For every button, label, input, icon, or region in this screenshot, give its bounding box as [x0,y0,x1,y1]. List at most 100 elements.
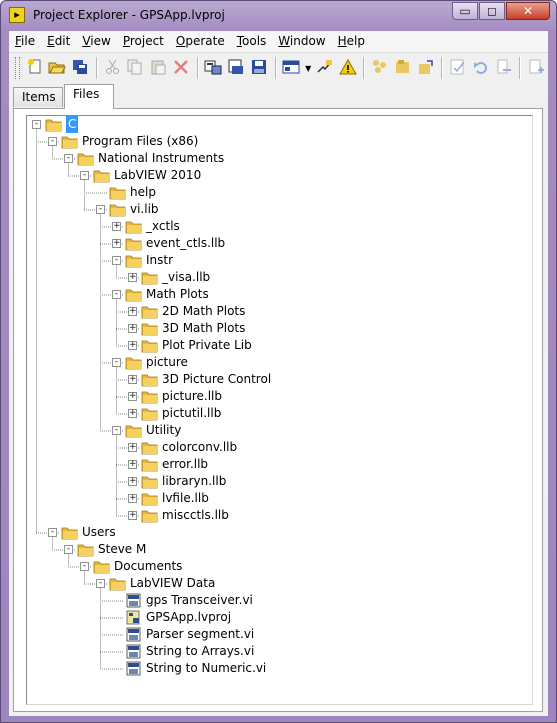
collapse-toggle[interactable]: - [96,579,105,588]
tree-folder-item[interactable]: + _visa.llb [27,269,527,286]
menu-edit[interactable]: Edit [41,31,76,52]
save-project-button[interactable] [248,57,270,79]
tree-folder-item[interactable]: + error.llb [27,456,527,473]
open-button[interactable] [47,57,69,79]
tree-folder-item[interactable]: - Utility [27,422,527,439]
tree-file-item[interactable]: String to Arrays.vi [27,643,527,660]
menu-window[interactable]: Window [272,31,331,52]
tree-item-label: event_ctls.llb [146,236,226,250]
tab-files[interactable]: Files [64,84,114,109]
collapse-button[interactable] [369,57,391,79]
collapse-toggle[interactable]: - [96,205,105,214]
arrange-button[interactable] [314,57,336,79]
tree-folder-item[interactable]: + Plot Private Lib [27,337,527,354]
tree-folder-item[interactable]: - Program Files (x86) [27,133,527,150]
tab-items[interactable]: Items [13,87,63,107]
expand-toggle[interactable]: + [128,477,137,486]
build-button[interactable] [225,57,247,79]
file-tree[interactable]: - C - Program Files (x86) - National Instrume… [26,115,533,705]
expand-button[interactable] [392,57,414,79]
tree-file-item[interactable]: Parser segment.vi [27,626,527,643]
save-all-button[interactable] [69,57,91,79]
collapse-toggle[interactable]: - [112,358,121,367]
tree-file-item[interactable]: GPSApp.lvproj [27,609,527,626]
add-file-button[interactable] [525,57,547,79]
tree-folder-item[interactable]: - LabVIEW Data [27,575,527,592]
redo-button[interactable] [493,57,515,79]
menu-view[interactable]: View [76,31,116,52]
tab-strip: Items Files [9,84,548,109]
menu-tools[interactable]: Tools [231,31,273,52]
expand-toggle[interactable]: + [128,443,137,452]
maximize-button[interactable]: ◻ [479,2,505,20]
expand-toggle[interactable]: + [128,460,137,469]
cut-button[interactable] [102,57,124,79]
new-button[interactable] [24,57,46,79]
tree-folder-item[interactable]: + event_ctls.llb [27,235,527,252]
tree-folder-item[interactable]: - Instr [27,252,527,269]
tree-folder-item[interactable]: + miscctls.llb [27,507,527,524]
tree-folder-item[interactable]: - picture [27,354,527,371]
expand-toggle[interactable]: + [128,324,137,333]
collapse-toggle[interactable]: - [48,528,57,537]
tree-folder-item[interactable]: - vi.lib [27,201,527,218]
collapse-toggle[interactable]: - [64,545,73,554]
tree-folder-item[interactable]: + colorconv.llb [27,439,527,456]
tree-folder-item[interactable]: - National Instruments [27,150,527,167]
collapse-toggle[interactable]: - [112,290,121,299]
minimize-button[interactable]: ▭ [452,2,478,20]
tree-folder-item[interactable]: + pictutil.llb [27,405,527,422]
delete-button[interactable] [170,57,192,79]
title-bar[interactable]: ▸ Project Explorer - GPSApp.lvproj ▭ ◻ ✕ [1,1,556,31]
collapse-toggle[interactable]: - [32,120,41,129]
paste-button[interactable] [147,57,169,79]
menu-file[interactable]: File [9,31,41,52]
tree-folder-item[interactable]: + _xctls [27,218,527,235]
add-items-dropdown[interactable]: ▼ [303,57,313,79]
expand-toggle[interactable]: + [128,392,137,401]
expand-toggle[interactable]: + [128,409,137,418]
tree-file-item[interactable]: String to Numeric.vi [27,660,527,677]
expand-toggle[interactable]: + [112,222,121,231]
menu-operate[interactable]: Operate [170,31,231,52]
expand-toggle[interactable]: + [128,341,137,350]
labview-app-icon[interactable]: ▸ [9,7,25,23]
tree-folder-item[interactable]: + libraryn.llb [27,473,527,490]
tree-folder-item[interactable]: +3D Picture Control [27,371,527,388]
expand-toggle[interactable]: + [128,307,137,316]
tree-folder-item[interactable]: - Steve M [27,541,527,558]
menu-project[interactable]: Project [117,31,170,52]
add-items-button[interactable] [281,57,303,79]
collapse-toggle[interactable]: - [80,171,89,180]
project-settings-button[interactable] [203,57,225,79]
collapse-toggle[interactable]: - [112,256,121,265]
tree-folder-item[interactable]: +3D Math Plots [27,320,527,337]
warning-button[interactable] [337,57,359,79]
tree-folder-item[interactable]: help [27,184,527,201]
toolbar-grip[interactable] [15,57,20,79]
expand-toggle[interactable]: + [112,239,121,248]
tree-folder-item[interactable]: + picture.llb [27,388,527,405]
tree-folder-item[interactable]: - Documents [27,558,527,575]
collapse-toggle[interactable]: - [48,137,57,146]
menu-help[interactable]: Help [332,31,371,52]
expand-toggle[interactable]: + [128,494,137,503]
collapse-toggle[interactable]: - [112,426,121,435]
tree-folder-item[interactable]: - Math Plots [27,286,527,303]
tree-file-item[interactable]: gps Transceiver.vi [27,592,527,609]
refresh-button[interactable] [415,57,437,79]
undo-button[interactable] [470,57,492,79]
check-button[interactable] [447,57,469,79]
copy-button[interactable] [125,57,147,79]
tree-folder-item[interactable]: +2D Math Plots [27,303,527,320]
expand-toggle[interactable]: + [128,273,137,282]
tree-folder-item[interactable]: + lvfile.llb [27,490,527,507]
tree-folder-item[interactable]: -C [27,116,527,133]
collapse-toggle[interactable]: - [64,154,73,163]
tree-folder-item[interactable]: - Users [27,524,527,541]
close-button[interactable]: ✕ [506,2,550,20]
collapse-toggle[interactable]: - [80,562,89,571]
expand-toggle[interactable]: + [128,511,137,520]
tree-folder-item[interactable]: - LabVIEW 2010 [27,167,527,184]
expand-toggle[interactable]: + [128,375,137,384]
